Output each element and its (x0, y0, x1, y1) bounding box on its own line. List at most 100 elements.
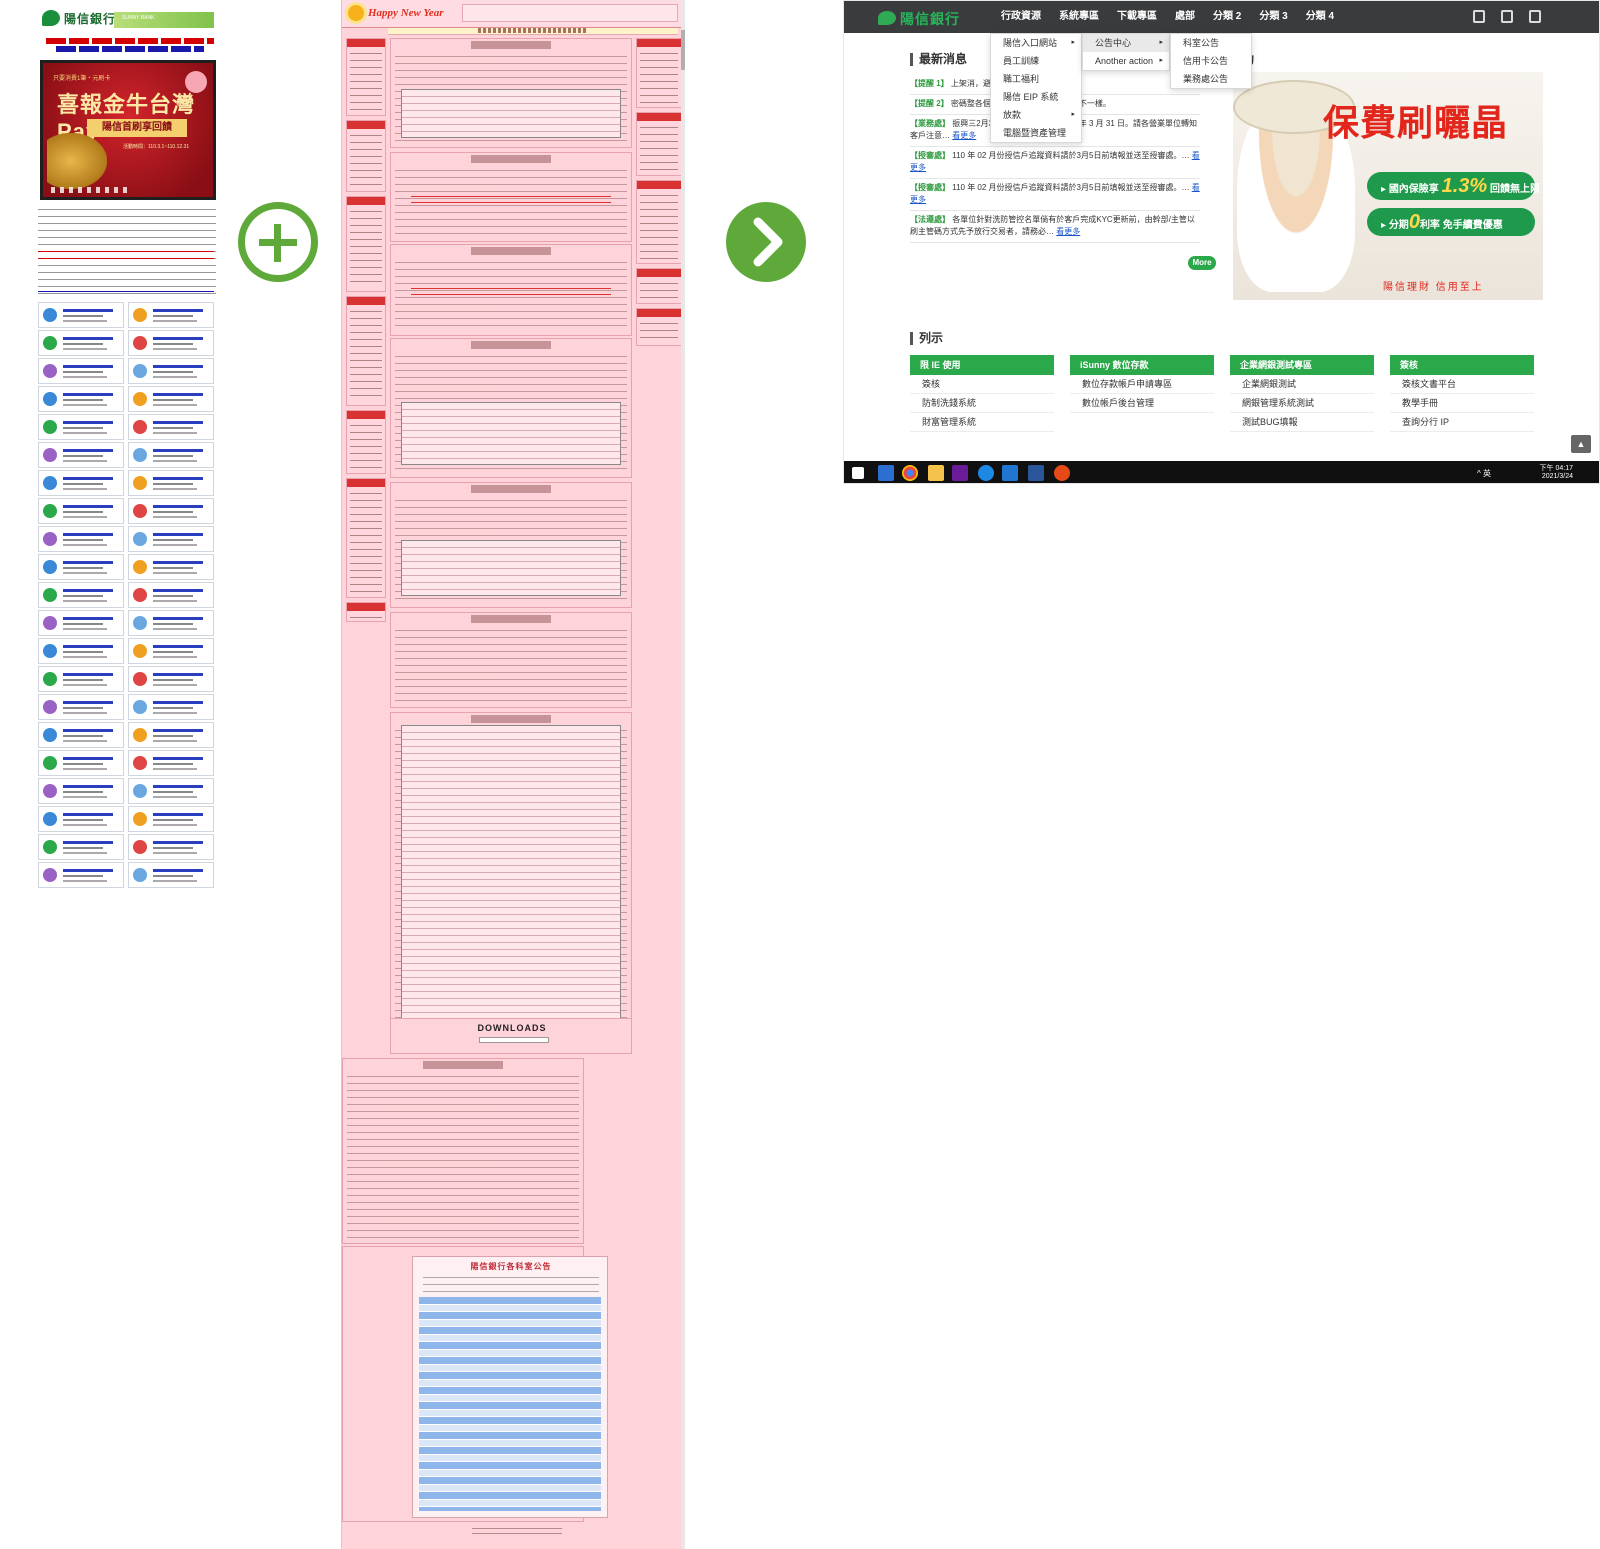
dropdown-item[interactable]: 業務處公告 (1171, 70, 1251, 88)
category-link[interactable]: 教學手冊 (1390, 394, 1534, 413)
system-link-cell[interactable] (128, 554, 214, 580)
system-link[interactable] (63, 449, 113, 452)
system-link[interactable] (153, 869, 203, 872)
system-link[interactable] (63, 589, 113, 592)
menu-item[interactable]: 下載專區 (1108, 1, 1166, 33)
category-link[interactable]: 網銀管理系統測試 (1230, 394, 1374, 413)
dropdown-item[interactable]: Another action ▸ (1083, 52, 1169, 70)
chrome-icon[interactable] (902, 465, 918, 481)
system-link[interactable] (153, 505, 203, 508)
dropdown-item[interactable]: 員工訓練 (991, 52, 1081, 70)
system-link[interactable] (63, 813, 113, 816)
dropdown-item[interactable]: 陽信入口網站 ▸ (991, 34, 1081, 52)
bulletin-rows[interactable] (419, 1297, 601, 1511)
news-item[interactable]: 【授審處】 110 年 02 月份授信戶追蹤資料請於3月5日前填報並送至授審處。… (910, 147, 1200, 179)
system-link[interactable] (63, 421, 113, 424)
system-link[interactable] (63, 505, 113, 508)
system-link[interactable] (153, 365, 203, 368)
system-link-cell[interactable] (128, 358, 214, 384)
system-link[interactable] (63, 869, 113, 872)
system-link[interactable] (153, 729, 203, 732)
more-button[interactable]: More (1188, 256, 1216, 270)
system-link-cell[interactable] (38, 358, 124, 384)
menu-item[interactable]: 處部 (1166, 1, 1204, 33)
sidebar-block[interactable] (346, 478, 386, 598)
sidebar-block[interactable] (346, 602, 386, 622)
old-portal-logo[interactable]: 陽信銀行 SUNNY BANK (42, 8, 214, 30)
dropdown-item[interactable]: 電腦暨資產管理 (991, 124, 1081, 142)
news-more-link[interactable]: 看更多 (952, 131, 976, 140)
system-link[interactable] (63, 365, 113, 368)
system-link[interactable] (153, 785, 203, 788)
category-link[interactable]: 測試BUG填報 (1230, 413, 1374, 432)
system-link-cell[interactable] (38, 582, 124, 608)
system-link-cell[interactable] (38, 330, 124, 356)
system-link-cell[interactable] (38, 722, 124, 748)
system-link[interactable] (63, 729, 113, 732)
menu-item[interactable]: 行政資源 (992, 1, 1050, 33)
system-link-cell[interactable] (128, 526, 214, 552)
category-header[interactable]: 企業網銀測試專區 (1230, 355, 1374, 375)
category-header[interactable]: 限 IE 使用 (910, 355, 1054, 375)
scrollbar[interactable] (681, 0, 685, 1549)
carousel-prev-icon[interactable]: ‹ (1251, 180, 1256, 196)
system-link[interactable] (63, 645, 113, 648)
system-link[interactable] (153, 645, 203, 648)
sidebar-block[interactable] (636, 180, 682, 264)
category-header[interactable]: 簽核 (1390, 355, 1534, 375)
system-link[interactable] (153, 449, 203, 452)
system-link[interactable] (63, 785, 113, 788)
old-top-links[interactable] (46, 36, 214, 54)
promo-banner[interactable]: 只要消費1筆・元刷卡 喜報金牛台灣Pay 陽信首刷享回饋 活動時間：110.3.… (40, 60, 216, 200)
sidebar-block[interactable] (346, 120, 386, 192)
category-link[interactable]: 企業網銀測試 (1230, 375, 1374, 394)
sidebar-block[interactable] (346, 38, 386, 116)
system-link[interactable] (153, 477, 203, 480)
document-icon[interactable] (1473, 10, 1485, 23)
system-link-cell[interactable] (128, 330, 214, 356)
carousel-next-icon[interactable]: › (1530, 180, 1535, 196)
system-link[interactable] (63, 309, 113, 312)
system-link[interactable] (63, 477, 113, 480)
system-link-cell[interactable] (128, 610, 214, 636)
system-link-cell[interactable] (128, 862, 214, 888)
menu-item[interactable]: 分類 3 (1250, 1, 1296, 33)
bulletin-filters[interactable] (423, 1273, 599, 1293)
category-link[interactable]: 簽核 (910, 375, 1054, 394)
system-link[interactable] (63, 617, 113, 620)
dropdown-item[interactable]: 職工福利 (991, 70, 1081, 88)
dropdown-item[interactable]: 陽信 EIP 系統 (991, 88, 1081, 106)
vscode-icon[interactable] (1002, 465, 1018, 481)
category-link[interactable]: 查詢分行 IP (1390, 413, 1534, 432)
system-link-cell[interactable] (38, 386, 124, 412)
system-link-cell[interactable] (38, 862, 124, 888)
system-link-cell[interactable] (38, 302, 124, 328)
system-link-cell[interactable] (38, 414, 124, 440)
system-link[interactable] (153, 393, 203, 396)
system-link[interactable] (63, 533, 113, 536)
dropdown-item[interactable]: 放款 ▸ (991, 106, 1081, 124)
system-link-cell[interactable] (128, 386, 214, 412)
system-link-cell[interactable] (38, 526, 124, 552)
tray-icons[interactable]: ^ 英 (1477, 468, 1491, 479)
category-link[interactable]: 防制洗錢系統 (910, 394, 1054, 413)
system-link[interactable] (153, 813, 203, 816)
system-link-cell[interactable] (128, 694, 214, 720)
system-link-cell[interactable] (128, 442, 214, 468)
system-link[interactable] (153, 561, 203, 564)
system-link-cell[interactable] (128, 806, 214, 832)
system-link-cell[interactable] (128, 638, 214, 664)
system-link[interactable] (63, 561, 113, 564)
news-item[interactable]: 【法遵處】 各單位針對洗防管控名單倘有於客戶完成KYC更新前，由幹部/主管以刷主… (910, 211, 1200, 243)
sidebar-block[interactable] (636, 308, 682, 346)
system-link[interactable] (153, 757, 203, 760)
windows-start-icon[interactable] (852, 467, 864, 479)
sidebar-block[interactable] (346, 296, 386, 406)
system-link-cell[interactable] (128, 750, 214, 776)
system-link-cell[interactable] (38, 554, 124, 580)
system-link[interactable] (153, 533, 203, 536)
sidebar-block[interactable] (636, 112, 682, 176)
system-link[interactable] (63, 701, 113, 704)
contacts-icon[interactable] (1501, 10, 1513, 23)
system-link-cell[interactable] (38, 610, 124, 636)
